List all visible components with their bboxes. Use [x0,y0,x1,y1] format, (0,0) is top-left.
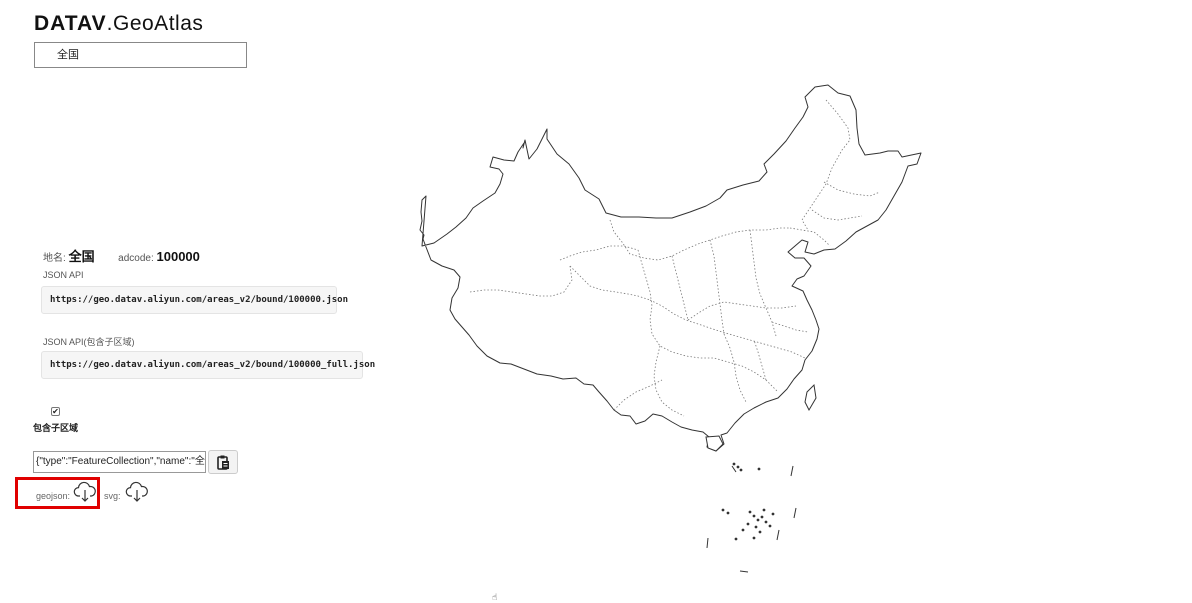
south-china-sea-islands [706,462,797,573]
taiwan-island [804,383,817,412]
brand-logo: DATAV.GeoAtlas [34,12,203,36]
json-api-full-url[interactable]: https://geo.datav.aliyun.com/areas_v2/bo… [41,351,375,379]
china-map[interactable] [410,80,940,580]
hainan-island [705,435,724,452]
geojson-download-label: geojson: [36,491,71,501]
json-api-full-label: JSON API(包含子区域) [43,337,135,347]
svg-download-label: svg: [104,491,121,501]
hand-cursor-icon: ☝ [492,592,498,602]
adcode-label: adcode: [118,253,154,264]
region-select[interactable]: 全国 [34,42,247,68]
region-select-value: 全国 [57,49,79,61]
country-outline [419,84,922,452]
region-info: 地名: 全国 adcode: 100000 [43,246,200,265]
name-value: 全国 [68,249,95,264]
brand-rest: .GeoAtlas [106,12,204,35]
include-subregions-checkbox[interactable]: ✔ [51,407,60,416]
include-subregions-label: 包含子区域 [33,423,79,433]
brand-bold: DATAV [34,12,107,35]
adcode-value: 100000 [156,249,200,264]
name-label: 地名: [43,253,66,264]
clipboard-icon [217,455,229,470]
cloud-download-icon[interactable] [73,481,97,503]
cloud-download-icon[interactable] [125,481,149,503]
json-api-url[interactable]: https://geo.datav.aliyun.com/areas_v2/bo… [41,286,348,314]
geojson-text-field[interactable]: {"type":"FeatureCollection","name":"全 [33,451,206,473]
copy-button[interactable] [208,450,238,474]
json-api-label: JSON API [43,270,84,280]
